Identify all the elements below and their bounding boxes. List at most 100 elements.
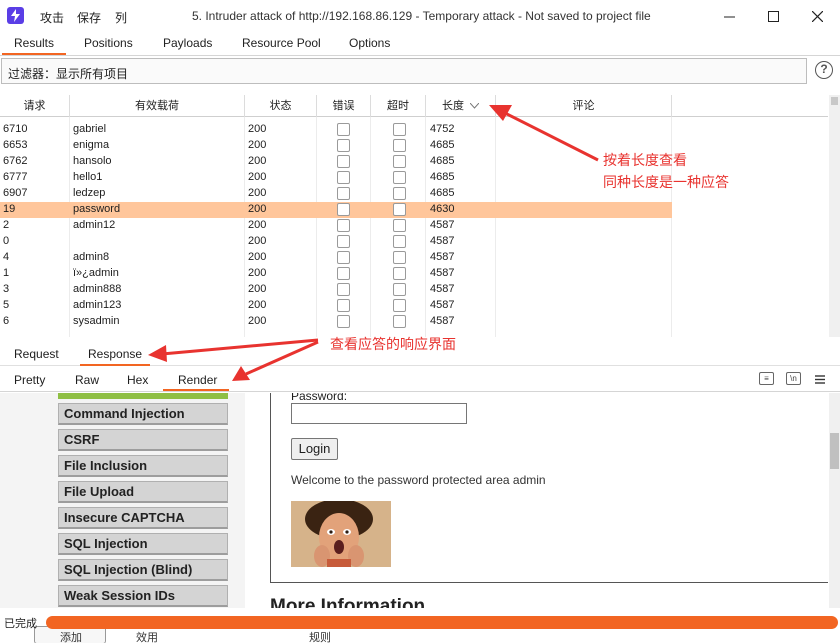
- newline-toggle-icon[interactable]: \n: [786, 372, 801, 385]
- cell-payload: hello1: [73, 171, 103, 183]
- bottom-add-label[interactable]: 添加: [60, 629, 82, 643]
- timeout-checkbox: [393, 203, 406, 216]
- column-header-timeout[interactable]: 超时: [371, 95, 426, 117]
- table-row[interactable]: 0 200 4587: [0, 234, 828, 250]
- timeout-checkbox: [393, 283, 406, 296]
- column-header-request[interactable]: 请求: [0, 95, 70, 117]
- cell-payload: admin123: [73, 299, 122, 311]
- status-bar: 添加 效用 规则 已完成: [0, 610, 840, 643]
- tab-positions[interactable]: Positions: [84, 36, 133, 50]
- sort-descending-icon: [469, 102, 480, 109]
- error-checkbox: [337, 315, 350, 328]
- table-row[interactable]: 6653 enigma 200 4685: [0, 138, 828, 154]
- dvwa-menu-item[interactable]: Weak Session IDs: [58, 585, 228, 607]
- close-button[interactable]: [795, 0, 839, 32]
- column-header-length[interactable]: 长度: [426, 95, 496, 117]
- table-row[interactable]: 6 sysadmin 200 4587: [0, 314, 828, 330]
- table-row[interactable]: 4 admin8 200 4587: [0, 250, 828, 266]
- dvwa-menu-item[interactable]: File Inclusion: [58, 455, 228, 477]
- cell-payload: ledzep: [73, 187, 106, 199]
- error-checkbox: [337, 123, 350, 136]
- table-row[interactable]: 19 password 200 4630: [0, 202, 828, 218]
- tab-response[interactable]: Response: [88, 347, 142, 361]
- cell-request: 19: [3, 203, 16, 215]
- error-checkbox: [337, 171, 350, 184]
- scrollbar-thumb[interactable]: [830, 433, 839, 469]
- tab-pretty[interactable]: Pretty: [14, 373, 45, 387]
- column-header-length-label: 长度: [441, 100, 464, 112]
- dvwa-menu-item[interactable]: SQL Injection (Blind): [58, 559, 228, 581]
- menu-icon[interactable]: [815, 375, 825, 384]
- tab-results[interactable]: Results: [14, 36, 54, 50]
- burp-logo-icon: [7, 7, 24, 24]
- bottom-rules-label[interactable]: 规则: [309, 629, 331, 643]
- maximize-button[interactable]: [751, 0, 795, 32]
- cell-status: 200: [248, 283, 267, 295]
- cell-request: 1: [3, 267, 10, 279]
- error-checkbox: [337, 299, 350, 312]
- wrap-lines-icon[interactable]: ≡: [759, 372, 774, 385]
- column-header-status[interactable]: 状态: [245, 95, 317, 117]
- dvwa-menu-item[interactable]: File Upload: [58, 481, 228, 503]
- cell-length: 4587: [430, 219, 455, 231]
- menu-save[interactable]: 保存: [77, 9, 101, 26]
- cell-request: 5: [3, 299, 10, 311]
- tab-render[interactable]: Render: [178, 373, 217, 387]
- error-checkbox: [337, 267, 350, 280]
- annotation-length-note-1: 按着长度查看: [603, 152, 687, 168]
- table-row[interactable]: 3 admin888 200 4587: [0, 282, 828, 298]
- dvwa-menu-item[interactable]: SQL Injection: [58, 533, 228, 555]
- cell-status: 200: [248, 139, 267, 151]
- cell-request: 3: [3, 283, 10, 295]
- view-tabs: Pretty Raw Hex Render ≡ \n: [0, 367, 840, 392]
- table-scrollbar[interactable]: [829, 95, 840, 337]
- timeout-checkbox: [393, 235, 406, 248]
- cell-length: 4685: [430, 155, 455, 167]
- cell-length: 4587: [430, 283, 455, 295]
- cell-status: 200: [248, 219, 267, 231]
- timeout-checkbox: [393, 219, 406, 232]
- tab-request[interactable]: Request: [14, 347, 59, 361]
- table-row[interactable]: 5 admin123 200 4587: [0, 298, 828, 314]
- minimize-button[interactable]: [707, 0, 751, 32]
- menu-attack[interactable]: 攻击: [40, 9, 64, 26]
- tab-payloads[interactable]: Payloads: [163, 36, 212, 50]
- render-scrollbar[interactable]: [829, 393, 840, 608]
- password-input[interactable]: [291, 403, 467, 424]
- welcome-message: Welcome to the password protected area a…: [291, 473, 546, 487]
- cell-request: 6907: [3, 187, 28, 199]
- scrollbar-thumb[interactable]: [831, 97, 838, 105]
- filter-bar[interactable]: 过滤器：显示所有项目: [1, 58, 807, 84]
- error-checkbox: [337, 219, 350, 232]
- menu-columns[interactable]: 列: [115, 9, 127, 26]
- login-button[interactable]: Login: [291, 438, 338, 460]
- active-tab-indicator: [2, 53, 66, 55]
- column-header-comment[interactable]: 评论: [496, 95, 672, 117]
- cell-payload: admin8: [73, 251, 110, 263]
- bottom-utility-label[interactable]: 效用: [136, 629, 158, 643]
- cell-payload: password: [73, 203, 121, 215]
- results-table: 请求 有效载荷 状态 错误 超时 长度 评论 6710 gabriel 200 475…: [0, 95, 828, 337]
- tab-raw[interactable]: Raw: [75, 373, 99, 387]
- cell-length: 4630: [430, 203, 455, 215]
- help-icon[interactable]: ?: [815, 61, 833, 79]
- cell-request: 0: [3, 235, 10, 247]
- tab-resource-pool[interactable]: Resource Pool: [242, 36, 321, 50]
- table-row[interactable]: 6762 hansolo 200 4685: [0, 154, 828, 170]
- dvwa-menu-item[interactable]: CSRF: [58, 429, 228, 451]
- table-row[interactable]: 1 ï»¿admin 200 4587: [0, 266, 828, 282]
- column-header-error[interactable]: 错误: [317, 95, 371, 117]
- column-header-payload[interactable]: 有效载荷: [70, 95, 245, 117]
- tab-hex[interactable]: Hex: [127, 373, 148, 387]
- dvwa-menu-item[interactable]: Command Injection: [58, 403, 228, 425]
- timeout-checkbox: [393, 171, 406, 184]
- cell-status: 200: [248, 187, 267, 199]
- cell-payload: hansolo: [73, 155, 112, 167]
- tab-options[interactable]: Options: [349, 36, 390, 50]
- table-row[interactable]: 6710 gabriel 200 4752: [0, 122, 828, 138]
- cell-status: 200: [248, 155, 267, 167]
- table-row[interactable]: 2 admin12 200 4587: [0, 218, 828, 234]
- dvwa-menu-item[interactable]: Insecure CAPTCHA: [58, 507, 228, 529]
- cell-request: 6653: [3, 139, 28, 151]
- error-checkbox: [337, 139, 350, 152]
